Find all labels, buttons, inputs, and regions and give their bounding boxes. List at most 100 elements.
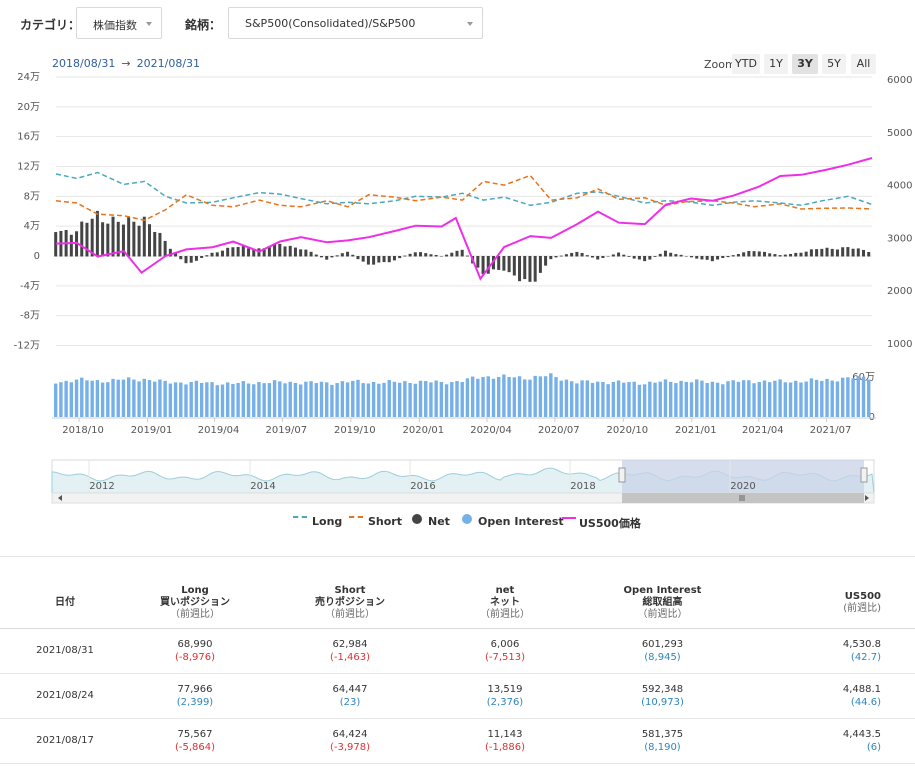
net-bar	[445, 254, 449, 257]
net-bar	[226, 247, 230, 257]
oi-bar	[476, 378, 480, 417]
cell-short: 64,447 (23)	[260, 673, 440, 719]
right-axis: 6000 5000 4000 3000 2000 1000	[887, 75, 912, 350]
net-bar	[439, 256, 443, 257]
range-to[interactable]: 2021/08/31	[137, 57, 200, 70]
net-bar	[200, 256, 204, 258]
net-bar	[575, 251, 579, 257]
oi-bar	[278, 381, 282, 417]
right-tick-label: 1000	[887, 339, 912, 350]
header-short: Short 売りポジション （前週比）	[260, 578, 440, 629]
oi-bar	[778, 379, 782, 417]
net-bar	[684, 256, 688, 257]
oi-bar	[695, 379, 699, 417]
left-tick-label: 16万	[17, 132, 40, 143]
oi-bar	[194, 380, 199, 417]
net-bar	[815, 249, 819, 257]
cell-us500: 4,530.8 (42.7)	[755, 628, 915, 674]
header-open-interest: Open Interest 総取組高 （前週比）	[570, 578, 755, 629]
net-bar	[674, 254, 678, 257]
left-tick-label: 0	[34, 251, 40, 262]
right-tick-label: 6000	[887, 75, 912, 86]
oi-bar	[304, 381, 308, 417]
net-bar	[450, 252, 454, 257]
oi-bar	[272, 380, 277, 417]
net-bar	[726, 256, 730, 258]
legend-us500[interactable]: US500価格	[579, 515, 641, 531]
net-bar	[663, 250, 667, 257]
net-bar	[403, 255, 407, 257]
symbol-select[interactable]: S&P500(Consolidated)/S&P500	[228, 7, 483, 39]
oi-bar	[179, 382, 183, 417]
oi-bar	[569, 381, 574, 417]
oi-bar	[543, 376, 548, 417]
category-select[interactable]: 株価指数	[76, 7, 162, 39]
legend-long[interactable]: Long	[312, 515, 342, 528]
oi-bar	[335, 383, 339, 417]
table-row: 2021/08/17 75,567 (-5,864) 64,424 (-3,978)…	[0, 718, 915, 764]
legend-short[interactable]: Short	[368, 515, 402, 528]
right-tick-label: 4000	[887, 181, 912, 192]
oi-bar	[648, 381, 652, 417]
oi-bar	[616, 380, 621, 417]
net-bar	[768, 253, 772, 257]
legend-open-interest[interactable]: Open Interest	[478, 515, 564, 528]
oi-bar	[642, 384, 647, 417]
oi-bar	[361, 383, 365, 417]
us500-price-line	[55, 157, 873, 281]
net-bar	[299, 249, 303, 257]
oi-bar	[799, 382, 803, 417]
oi-bar	[111, 378, 115, 417]
oi-bar	[580, 380, 584, 417]
oi-bar	[90, 380, 94, 417]
net-bar	[653, 256, 657, 257]
oi-bar	[788, 382, 793, 417]
oi-bar	[314, 383, 318, 417]
oi-bar	[377, 383, 381, 417]
oi-bar	[538, 376, 543, 417]
net-bar	[309, 251, 313, 257]
oi-bar	[325, 382, 329, 417]
oi-bar	[481, 376, 485, 417]
net-bar	[601, 256, 605, 258]
oi-bar	[752, 383, 756, 417]
legend-price-symbol	[562, 517, 576, 519]
oi-bar	[74, 379, 79, 417]
net-bar	[372, 256, 376, 265]
cot-chart[interactable]: 24万 20万 16万 12万 8万 4万 0 -4万 -8万 -12万 6000 5000 4000…	[0, 70, 915, 510]
net-bar	[398, 256, 402, 259]
header-date: 日付	[0, 578, 130, 629]
oi-bar	[100, 382, 105, 417]
oi-bar	[85, 380, 89, 417]
cell-open-interest: 581,375 (8,190)	[570, 718, 755, 764]
oi-bar	[231, 383, 235, 417]
oi-bar	[825, 378, 829, 417]
legend-oi-symbol	[462, 514, 472, 524]
left-tick-label: -12万	[14, 341, 40, 352]
range-from[interactable]: 2018/08/31	[52, 57, 115, 70]
net-bar	[189, 256, 193, 263]
oi-bar	[283, 383, 287, 417]
oi-bar	[424, 381, 428, 417]
net-bar	[340, 253, 344, 257]
net-bar	[669, 252, 673, 257]
navigator-label: 2014	[250, 481, 275, 492]
oi-bar	[168, 383, 173, 417]
oi-bar	[783, 382, 788, 417]
cell-long: 75,567 (-5,864)	[130, 718, 260, 764]
oi-bar	[205, 382, 209, 417]
chart-legend: Long Short Net Open Interest US500価格	[0, 512, 915, 530]
oi-bar	[356, 379, 360, 417]
net-bar	[434, 254, 438, 257]
oi-bar	[246, 383, 251, 417]
filter-bar: カテゴリ： 株価指数 銘柄： S&P500(Consolidated)/S&P5…	[0, 0, 915, 48]
net-bar	[465, 255, 469, 257]
legend-net[interactable]: Net	[428, 515, 450, 528]
net-bar	[85, 222, 89, 257]
oi-bar	[236, 382, 240, 417]
oi-bar	[814, 379, 819, 417]
navigator-label: 2020	[730, 481, 755, 492]
oi-bar	[721, 384, 725, 417]
oi-bar	[851, 378, 855, 417]
oi-bar	[762, 380, 767, 417]
